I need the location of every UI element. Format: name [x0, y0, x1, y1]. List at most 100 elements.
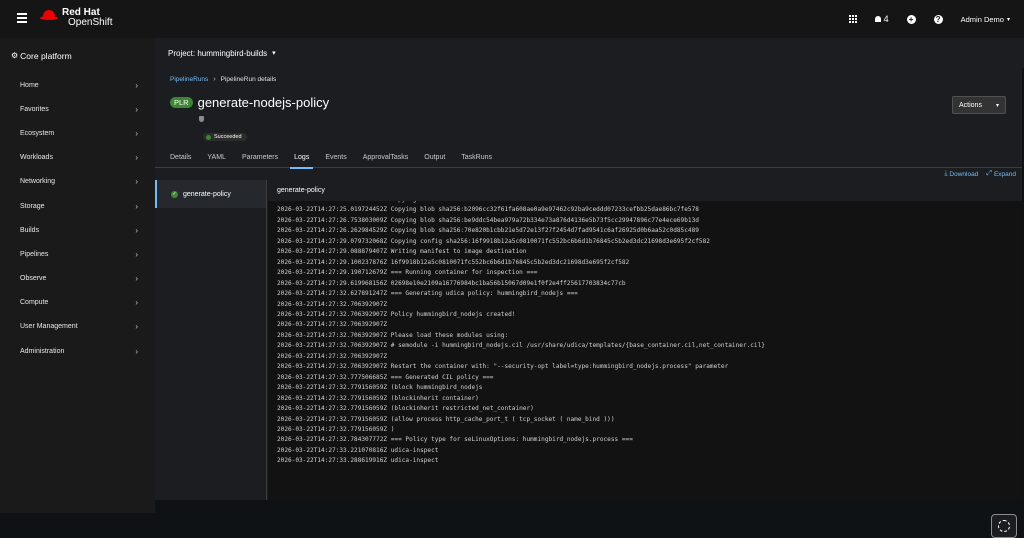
sidebar-item-label: User Management: [20, 323, 78, 331]
log-line: 2026-03-22T14:27:29.079732068Z Copying c…: [277, 237, 710, 245]
breadcrumb-pipelineruns-link[interactable]: PipelineRuns: [170, 76, 208, 83]
download-button[interactable]: ⤓ Download: [944, 170, 978, 178]
expand-label: Expand: [993, 170, 1016, 178]
sidebar-item-home[interactable]: Home ›: [0, 73, 155, 97]
chevron-right-icon: ›: [135, 177, 138, 187]
notifications-count: 4: [883, 14, 889, 24]
log-line: 2026-03-22T14:27:32.779156059Z (blockinh…: [277, 394, 479, 402]
chevron-right-icon: ›: [135, 298, 138, 308]
brand-logo[interactable]: Red Hat OpenShift: [40, 8, 112, 28]
sidebar-item-label: Networking: [20, 178, 56, 186]
sidebar-item-administration[interactable]: Administration ›: [0, 339, 155, 363]
breadcrumb-current: PipelineRun details: [220, 76, 277, 83]
actions-dropdown[interactable]: Actions ▾: [952, 96, 1006, 114]
tab-output[interactable]: Output: [424, 146, 445, 168]
tab-taskruns[interactable]: TaskRuns: [461, 146, 492, 168]
tab-yaml[interactable]: YAML: [207, 146, 226, 168]
actions-label: Actions: [959, 101, 982, 109]
lightspeed-icon: [998, 520, 1010, 532]
plus-circle-icon: +: [906, 14, 916, 24]
sidebar-item-storage[interactable]: Storage ›: [0, 194, 155, 218]
tab-bar: Details YAML Parameters Logs Events Appr…: [155, 146, 1022, 169]
sidebar-item-label: Administration: [20, 347, 65, 355]
log-viewer[interactable]: 2026-03-22T14:27:24.771954522Z Copying b…: [268, 201, 1022, 500]
log-line: 2026-03-22T14:27:25.019724452Z Copying b…: [277, 206, 699, 214]
grid-icon[interactable]: [848, 15, 857, 23]
sidebar-item-label: Compute: [20, 299, 49, 307]
tab-logs[interactable]: Logs: [290, 146, 314, 169]
log-step-title: generate-policy: [268, 180, 1022, 201]
log-line: 2026-03-22T14:27:29.100237876Z 16f9918b1…: [277, 258, 630, 266]
add-button[interactable]: +: [906, 14, 916, 24]
product-name: OpenShift: [68, 17, 113, 28]
sidebar-item-label: Storage: [20, 202, 45, 210]
chevron-right-icon: ›: [135, 80, 138, 90]
resource-badge: PLR: [170, 97, 193, 108]
log-line: 2026-03-22T14:27:32.706392907Z Policy hu…: [277, 310, 516, 318]
log-line: 2026-03-22T14:27:32.627891247Z === Gener…: [277, 290, 578, 298]
caret-down-icon: ▾: [995, 102, 999, 109]
sidebar-item-user-management[interactable]: User Management ›: [0, 315, 155, 339]
caret-down-icon: ▾: [272, 50, 276, 57]
sidebar-item-favorites[interactable]: Favorites ›: [0, 97, 155, 121]
notifications-button[interactable]: 4: [874, 14, 889, 24]
log-line: 2026-03-22T14:27:29.190712679Z === Runni…: [277, 269, 538, 277]
pipelinerun-panel: PipelineRuns › PipelineRun details PLR g…: [155, 68, 1022, 500]
hamburger-icon[interactable]: [17, 13, 27, 23]
status-label: Succeeded: [214, 134, 242, 140]
chevron-right-icon: ›: [135, 225, 138, 235]
sidebar-item-compute[interactable]: Compute ›: [0, 291, 155, 315]
log-line: 2026-03-22T14:27:29.619968156Z 02698e10e…: [277, 279, 626, 287]
task-steps-list: ✓ generate-policy: [155, 180, 267, 500]
log-line: 2026-03-22T14:27:32.777506685Z === Gener…: [277, 373, 494, 381]
tab-events[interactable]: Events: [325, 146, 346, 168]
log-line: 2026-03-22T14:27:26.262984529Z Copying b…: [277, 227, 699, 235]
sidebar-item-builds[interactable]: Builds ›: [0, 218, 155, 242]
expand-button[interactable]: ⤢ Expand: [986, 170, 1016, 178]
chevron-right-icon: ›: [135, 322, 138, 332]
chevron-right-icon: ›: [135, 153, 138, 163]
sidebar-item-label: Ecosystem: [20, 129, 55, 137]
sidebar: ⚙ Core platform Home › Favorites › Ecosyst…: [0, 38, 155, 513]
chevron-right-icon: ›: [135, 346, 138, 356]
bell-icon: [874, 16, 881, 22]
sidebar-item-ecosystem[interactable]: Ecosystem ›: [0, 121, 155, 145]
redhat-logo-icon: [40, 10, 58, 22]
log-line: 2026-03-22T14:27:32.706392907Z: [277, 300, 388, 308]
sidebar-item-workloads[interactable]: Workloads ›: [0, 146, 155, 170]
log-line: 2026-03-22T14:27:32.779156059Z (allow pr…: [277, 415, 615, 423]
tab-parameters[interactable]: Parameters: [242, 146, 278, 168]
log-line: 2026-03-22T14:27:32.779156059Z (block hu…: [277, 384, 483, 392]
log-line: 2026-03-22T14:27:32.706392907Z Please lo…: [277, 331, 509, 339]
sidebar-item-observe[interactable]: Observe ›: [0, 267, 155, 291]
breadcrumb: PipelineRuns › PipelineRun details: [170, 76, 276, 83]
sidebar-item-networking[interactable]: Networking ›: [0, 170, 155, 194]
perspective-switcher[interactable]: ⚙ Core platform: [0, 38, 155, 73]
download-label: Download: [949, 170, 979, 178]
breadcrumb-separator-icon: ›: [213, 76, 216, 83]
list-item[interactable]: ✓ generate-policy: [155, 180, 266, 208]
masthead: Red Hat OpenShift 4 + ? Admin Demo ▾: [0, 0, 1024, 38]
help-button[interactable]: ?: [933, 14, 943, 24]
log-line: 2026-03-22T14:27:32.706392907Z # semodul…: [277, 342, 765, 350]
question-circle-icon: ?: [933, 14, 943, 24]
tab-details[interactable]: Details: [170, 146, 191, 168]
chevron-right-icon: ›: [135, 201, 138, 211]
sidebar-item-label: Home: [20, 81, 39, 89]
log-line: 2026-03-22T14:27:32.779156059Z (blockinh…: [277, 405, 534, 413]
main-content: Project: hummingbird-builds ▾ PipelineRu…: [155, 38, 1024, 538]
gear-icon: ⚙: [11, 51, 19, 60]
log-line: 2026-03-22T14:27:32.706392907Z: [277, 321, 388, 329]
project-selector[interactable]: Project: hummingbird-builds ▾: [155, 38, 1024, 68]
status-badge: Succeeded: [203, 133, 247, 141]
lightspeed-button[interactable]: [991, 514, 1017, 538]
log-line: 2026-03-22T14:27:33.221070816Z udica-ins…: [277, 446, 439, 454]
chevron-right-icon: ›: [135, 104, 138, 114]
page-title: generate-nodejs-policy: [197, 95, 330, 110]
tab-approvaltasks[interactable]: ApprovalTasks: [363, 146, 409, 168]
log-line: 2026-03-22T14:27:26.753803009Z Copying b…: [277, 216, 699, 224]
user-menu[interactable]: Admin Demo ▾: [961, 15, 1010, 24]
caret-down-icon: ▾: [1006, 16, 1010, 23]
sidebar-item-pipelines[interactable]: Pipelines ›: [0, 242, 155, 266]
download-icon: ⤓: [944, 170, 948, 177]
